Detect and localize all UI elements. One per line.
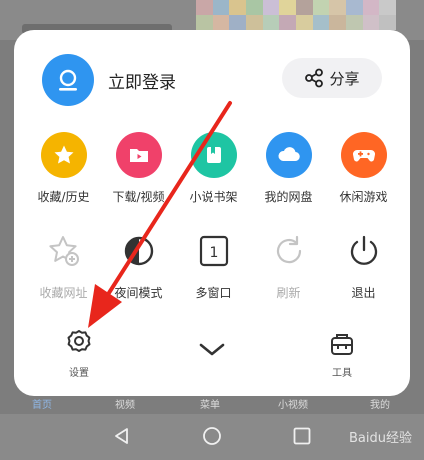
- gamepad-icon: [340, 132, 387, 178]
- power-icon: [341, 228, 387, 274]
- menu-panel: 立即登录 分享 收藏/历史 下载/视频 小说书架 我的网盘 休闲游戏 收藏网址 …: [14, 30, 410, 396]
- menu-item-label: 多窗口: [195, 286, 232, 300]
- menu-item-label: 收藏/历史: [37, 190, 90, 204]
- menu-item-downloads-video[interactable]: 下载/视频: [101, 132, 176, 205]
- chevron-down-icon: [199, 343, 225, 356]
- menu-item-refresh[interactable]: 刷新: [251, 228, 326, 301]
- menu-item-add-bookmark[interactable]: 收藏网址: [26, 228, 101, 301]
- shortcut-row-secondary: 收藏网址 夜间模式 1 多窗口 刷新 退出: [14, 228, 410, 301]
- gear-icon: [67, 330, 91, 352]
- collapse-menu-button[interactable]: [198, 342, 226, 358]
- menu-item-label: 夜间模式: [114, 286, 163, 300]
- cloud-icon: [265, 132, 312, 178]
- window-count-badge: 1: [209, 245, 218, 261]
- star-add-icon: [41, 228, 87, 274]
- menu-item-favorites-history[interactable]: 收藏/历史: [26, 132, 101, 205]
- login-label[interactable]: 立即登录: [108, 68, 176, 93]
- star-icon: [40, 132, 87, 178]
- menu-item-multi-window[interactable]: 1 多窗口: [176, 228, 251, 301]
- share-button[interactable]: 分享: [282, 58, 382, 98]
- window-count-icon: 1: [191, 228, 237, 274]
- menu-item-label: 刷新: [276, 286, 301, 300]
- shortcut-row-primary: 收藏/历史 下载/视频 小说书架 我的网盘 休闲游戏: [14, 132, 410, 205]
- recent-apps-icon[interactable]: [292, 426, 312, 446]
- settings-button[interactable]: 设置: [64, 328, 94, 379]
- pixelated-thumbnail: [196, 0, 396, 30]
- menu-item-cloud-drive[interactable]: 我的网盘: [251, 132, 326, 205]
- watermark: Baidu经验: [349, 431, 412, 446]
- tools-button[interactable]: 工具: [328, 330, 356, 379]
- share-icon: [305, 68, 324, 88]
- menu-bottom-bar: 设置 工具: [14, 328, 410, 388]
- menu-item-label: 我的网盘: [264, 190, 313, 204]
- tab-home[interactable]: 首页: [32, 396, 52, 411]
- system-nav-bar: Baidu经验: [0, 414, 424, 460]
- menu-item-exit[interactable]: 退出: [326, 228, 401, 301]
- settings-label: 设置: [69, 368, 89, 379]
- video-folder-icon: [115, 132, 162, 178]
- login-entry[interactable]: 立即登录: [42, 54, 176, 106]
- menu-item-casual-games[interactable]: 休闲游戏: [326, 132, 401, 205]
- menu-item-label: 下载/视频: [112, 190, 165, 204]
- tab-menu[interactable]: 菜单: [200, 396, 220, 411]
- refresh-icon: [266, 228, 312, 274]
- menu-item-night-mode[interactable]: 夜间模式: [101, 228, 176, 301]
- user-icon: [59, 69, 77, 91]
- menu-item-label: 休闲游戏: [339, 190, 388, 204]
- back-icon[interactable]: [112, 426, 132, 446]
- menu-item-label: 退出: [351, 286, 376, 300]
- browser-tab-bar: 首页 视频 菜单 小视频 我的: [0, 396, 424, 412]
- night-mode-icon: [116, 228, 162, 274]
- menu-item-novel-shelf[interactable]: 小说书架: [176, 132, 251, 205]
- menu-item-label: 小说书架: [189, 190, 238, 204]
- menu-item-label: 收藏网址: [39, 286, 88, 300]
- tab-video[interactable]: 视频: [115, 396, 135, 411]
- tab-short-video[interactable]: 小视频: [278, 396, 308, 411]
- tools-label: 工具: [332, 368, 352, 379]
- tab-mine[interactable]: 我的: [370, 396, 390, 411]
- home-icon[interactable]: [202, 426, 222, 446]
- share-label: 分享: [329, 69, 360, 88]
- avatar[interactable]: [42, 54, 94, 106]
- book-icon: [190, 132, 237, 178]
- toolbox-icon: [331, 334, 353, 355]
